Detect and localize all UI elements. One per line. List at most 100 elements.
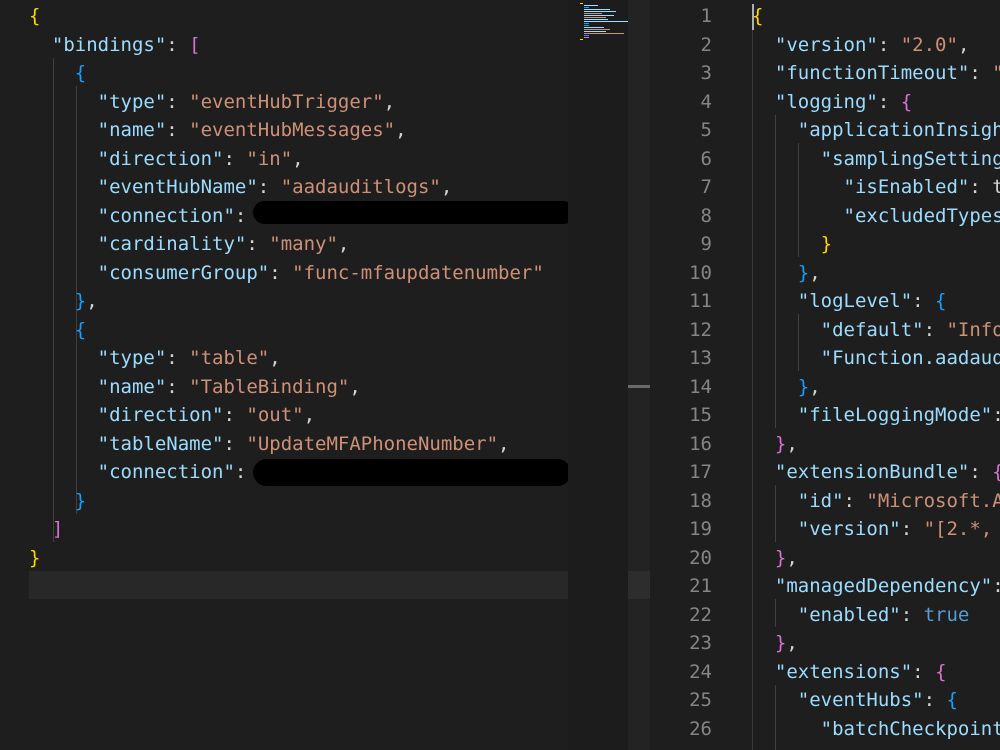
code-line[interactable]: "logging": { — [752, 88, 912, 117]
code-line[interactable]: "extensions": { — [752, 658, 947, 687]
code-token: "logLevel" — [797, 290, 913, 312]
code-token: "enabled" — [797, 603, 901, 626]
minimap-line — [584, 33, 624, 34]
code-line[interactable]: "fileLoggingMode": — [752, 401, 1000, 430]
minimap-line — [584, 11, 616, 12]
code-token: : — [843, 489, 867, 512]
code-line[interactable]: "type": "eventHubTrigger", — [29, 88, 395, 117]
code-line[interactable]: "default": "Info — [752, 316, 1000, 345]
code-line[interactable]: "id": "Microsoft.A — [752, 487, 1000, 516]
code-line[interactable]: "Function.aadaud — [752, 344, 1000, 373]
code-line[interactable]: "managedDependency": — [752, 572, 1000, 601]
code-token: , — [809, 261, 821, 284]
line-number: 1 — [700, 5, 712, 27]
code-line[interactable]: "extensionBundle": { — [752, 458, 1000, 487]
code-line[interactable]: "name": "eventHubMessages", — [29, 116, 407, 145]
minimap-line — [584, 27, 604, 28]
right-editor-pane[interactable]: 1 2 3 4 5 6 7 8 9 10 11 12 13 14 15 16 17 18 19 20 21 22 23 24 2… — [652, 0, 1000, 750]
code-line[interactable]: "version": "[2.*, — [752, 515, 1000, 544]
code-line[interactable]: } — [752, 230, 832, 259]
code-line[interactable]: "cardinality": "many", — [29, 230, 350, 259]
code-line[interactable]: "bindings": [ — [29, 31, 201, 60]
code-token: : — [900, 603, 924, 626]
code-line[interactable]: } — [29, 487, 86, 516]
code-line[interactable]: "connection": — [29, 202, 247, 231]
code-line[interactable]: { — [29, 59, 86, 88]
minimap-line — [584, 25, 589, 26]
line-number: 3 — [700, 62, 712, 84]
code-line[interactable]: }, — [29, 287, 98, 316]
code-token: , — [349, 375, 361, 398]
code-line[interactable]: "name": "TableBinding", — [29, 373, 361, 402]
code-token: : — [877, 90, 901, 113]
code-token: "func-mfaupdatenumber" — [292, 261, 544, 284]
code-line[interactable]: "batchCheckpoint — [752, 715, 1000, 744]
line-number: 20 — [689, 546, 712, 569]
code-line[interactable]: "functionTimeout": " — [752, 59, 1000, 88]
code-line[interactable]: { — [29, 2, 40, 31]
code-line[interactable]: "direction": "out", — [29, 401, 315, 430]
code-token: : — [912, 290, 936, 312]
code-token: , — [395, 119, 407, 141]
code-line[interactable]: }, — [752, 430, 798, 459]
code-line[interactable]: "applicationInsigh — [752, 116, 1000, 145]
code-line[interactable]: }, — [752, 629, 798, 658]
code-token: true — [923, 603, 970, 626]
code-line[interactable]: ] — [29, 515, 63, 544]
code-line[interactable]: "consumerGroup": "func-mfaupdatenumber" — [29, 259, 544, 288]
code-token: { — [29, 5, 41, 27]
code-line[interactable]: "type": "table", — [29, 344, 281, 373]
code-token: : — [166, 119, 190, 141]
minimap-line — [580, 39, 583, 40]
code-token: "type" — [97, 347, 167, 369]
scrollbar-thumb[interactable] — [628, 571, 650, 599]
line-number: 17 — [689, 461, 712, 483]
code-line[interactable]: "eventHubName": "aadauditlogs", — [29, 173, 453, 202]
code-line[interactable]: "connection": — [29, 458, 247, 487]
code-token: "Function.aadaud — [820, 347, 1000, 369]
scrollbar-track[interactable] — [628, 0, 650, 750]
code-line[interactable]: "isEnabled": t — [752, 173, 1000, 202]
line-number: 12 — [689, 318, 712, 341]
code-line[interactable]: }, — [752, 259, 821, 288]
code-line[interactable]: "version": "2.0", — [752, 31, 970, 60]
minimap[interactable]: ei ph — [568, 0, 630, 750]
code-token: { — [74, 318, 87, 341]
left-editor-pane[interactable]: { "bindings": [ { "type": "eventHubTrigg… — [0, 0, 568, 750]
code-line[interactable]: "excludedTypes — [752, 202, 1000, 231]
code-token: "type" — [97, 90, 167, 113]
code-token: "batchCheckpoint — [820, 717, 1000, 740]
code-token: } — [74, 489, 87, 512]
code-line[interactable]: } — [29, 544, 40, 573]
code-line[interactable]: }, — [752, 373, 821, 402]
code-token: "eventHubTrigger" — [189, 90, 384, 113]
code-token: : — [166, 90, 190, 113]
code-line[interactable]: { — [29, 316, 86, 345]
code-line[interactable]: "samplingSetting — [752, 145, 1000, 174]
code-line[interactable]: { — [752, 2, 763, 31]
vertical-scrollbar[interactable] — [628, 0, 652, 750]
code-line[interactable]: "direction": "in", — [29, 145, 304, 174]
code-line[interactable]: "tableName": "UpdateMFAPhoneNumber", — [29, 430, 510, 459]
code-line[interactable]: "enabled": true — [752, 601, 970, 630]
minimap-line — [584, 19, 608, 20]
code-token: "fileLoggingMode" — [797, 404, 993, 426]
line-number: 6 — [700, 147, 712, 170]
code-line[interactable]: "logLevel": { — [752, 287, 947, 316]
code-token: "tableName" — [97, 432, 224, 455]
code-line[interactable]: "eventHubs": { — [752, 686, 958, 715]
code-token: : — [912, 660, 936, 683]
line-number: 8 — [700, 204, 712, 227]
line-number: 26 — [689, 717, 712, 740]
code-line[interactable]: }, — [752, 544, 798, 573]
